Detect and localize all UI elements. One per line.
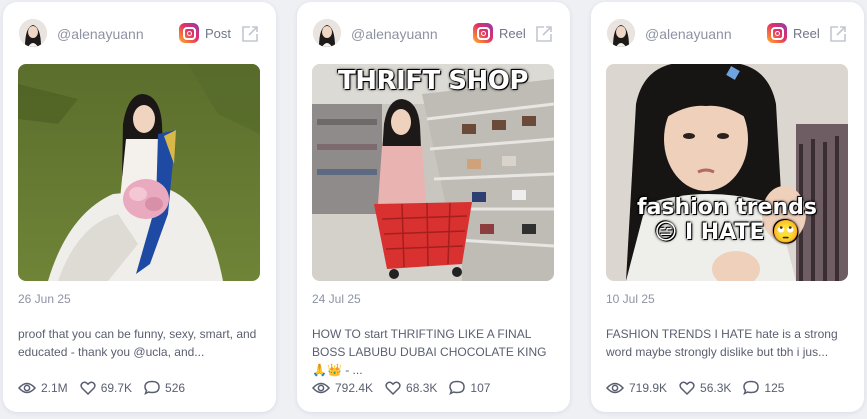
comment-icon: [144, 380, 160, 395]
post-caption: proof that you can be funny, sexy, smart…: [18, 327, 257, 359]
post-date: 24 Jul 25: [312, 292, 361, 306]
instagram-icon: [179, 23, 199, 43]
avatar[interactable]: [19, 19, 47, 47]
thumbnail-overlay-text: fashion trends: [637, 195, 817, 220]
views-stat: 2.1M: [18, 381, 68, 395]
thumbnail-overlay-text: THRIFT SHOP: [338, 66, 528, 96]
post-card[interactable]: @alenayuann Reel THRIFT SHOP 24 Jul 25 H…: [297, 2, 570, 412]
account-handle[interactable]: @alenayuann: [645, 26, 732, 42]
likes-stat: 69.7K: [80, 381, 132, 395]
views-count: 792.4K: [335, 380, 374, 395]
comment-icon: [743, 380, 760, 395]
avatar[interactable]: [313, 19, 341, 47]
external-link-icon[interactable]: [241, 25, 259, 43]
eye-icon: [312, 382, 330, 393]
post-date: 10 Jul 25: [606, 292, 655, 306]
views-count: 719.9K: [629, 380, 668, 395]
comments-stat: 107: [449, 380, 490, 395]
likes-count: 69.7K: [100, 380, 133, 395]
likes-count: 68.3K: [406, 380, 438, 395]
instagram-icon: [473, 23, 493, 43]
post-card[interactable]: @alenayuann Post 26 Jun 25 proof that yo…: [3, 2, 276, 412]
post-type-badge: Post: [179, 23, 231, 43]
post-type-label: Reel: [499, 25, 526, 41]
account-handle[interactable]: @alenayuann: [57, 26, 144, 42]
views-stat: 792.4K: [312, 381, 373, 395]
post-caption: FASHION TRENDS I HATE hate is a strong w…: [606, 327, 838, 359]
views-stat: 719.9K: [606, 381, 667, 395]
likes-stat: 68.3K: [385, 381, 437, 395]
post-type-label: Post: [205, 25, 232, 41]
comments-count: 526: [165, 380, 186, 395]
comment-icon: [449, 380, 466, 395]
comments-count: 125: [764, 380, 785, 395]
post-stats: 792.4K 68.3K 107: [312, 380, 502, 395]
comments-stat: 526: [144, 380, 185, 395]
views-count: 2.1M: [41, 380, 68, 395]
post-type-label: Reel: [793, 25, 820, 41]
reel-thumbnail[interactable]: fashion trends 😑 I HATE 🙄: [606, 64, 848, 281]
likes-stat: 56.3K: [679, 381, 731, 395]
heart-icon: [385, 380, 401, 395]
eye-icon: [606, 382, 624, 393]
heart-icon: [679, 380, 695, 395]
post-type-badge: Reel: [473, 23, 526, 43]
comments-stat: 125: [743, 380, 784, 395]
post-stats: 719.9K 56.3K 125: [606, 380, 796, 395]
eye-icon: [18, 382, 36, 393]
post-type-badge: Reel: [767, 23, 820, 43]
thumbnail-overlay-text: 😑 I HATE 🙄: [654, 220, 800, 245]
account-handle[interactable]: @alenayuann: [351, 26, 438, 42]
post-stats: 2.1M 69.7K 526: [18, 380, 197, 395]
post-thumbnail[interactable]: [18, 64, 260, 281]
reel-thumbnail[interactable]: THRIFT SHOP: [312, 64, 554, 281]
heart-icon: [80, 380, 96, 395]
post-caption: HOW TO start THRIFTING LIKE A FINAL BOSS…: [312, 327, 547, 377]
avatar[interactable]: [607, 19, 635, 47]
external-link-icon[interactable]: [829, 25, 847, 43]
post-card[interactable]: @alenayuann Reel fashion trends 😑 I HATE…: [591, 2, 864, 412]
comments-count: 107: [470, 380, 491, 395]
likes-count: 56.3K: [700, 380, 732, 395]
instagram-icon: [767, 23, 787, 43]
external-link-icon[interactable]: [535, 25, 553, 43]
post-date: 26 Jun 25: [18, 292, 71, 306]
